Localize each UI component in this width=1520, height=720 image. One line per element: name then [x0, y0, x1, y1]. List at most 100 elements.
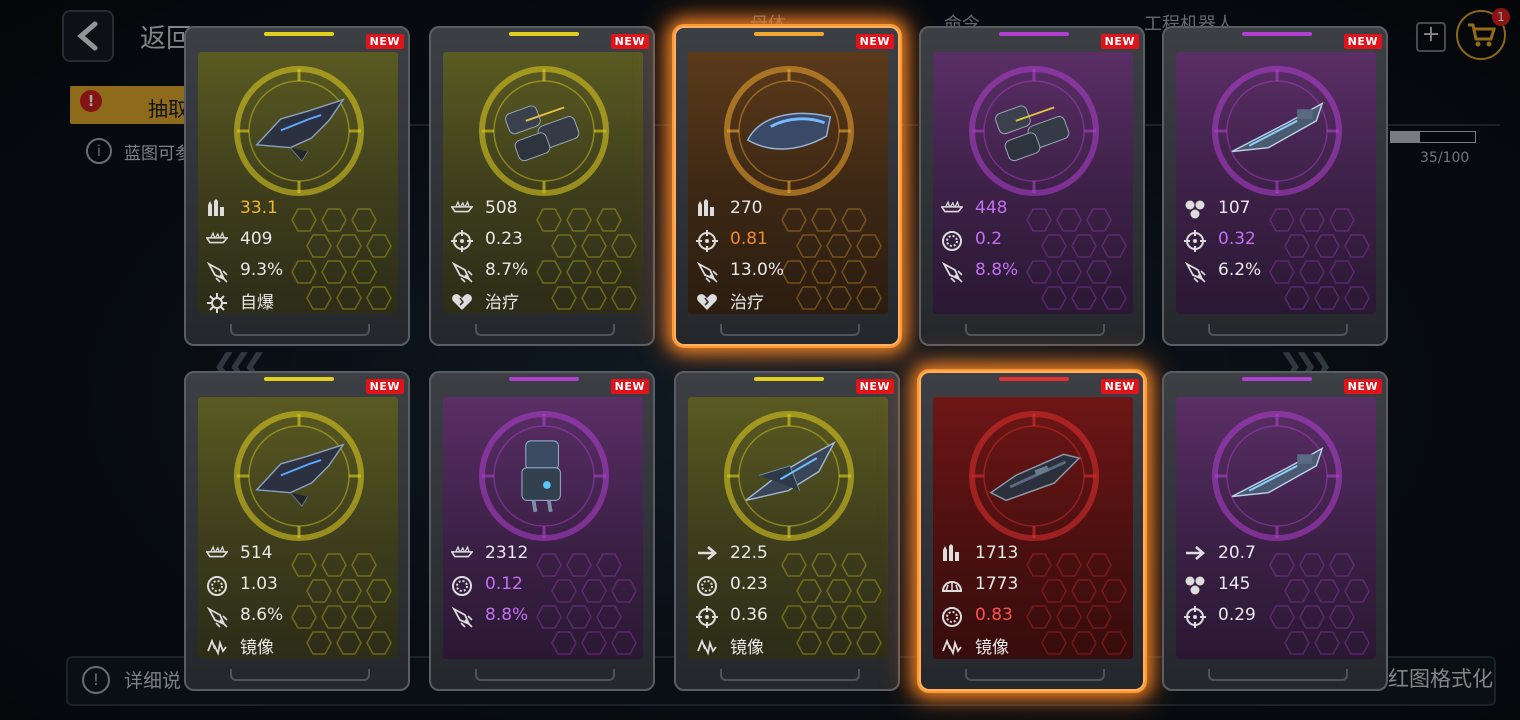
ship-image — [252, 437, 348, 513]
mirror-icon — [696, 637, 718, 656]
stat-list: 22.5 0.23 0.36 镜像 — [696, 537, 886, 659]
stat-value: 镜像 — [240, 638, 274, 658]
stat-row: 0.12 — [451, 568, 641, 599]
hull-icon — [450, 199, 474, 217]
rarity-bar — [754, 377, 824, 381]
heal-icon — [451, 292, 473, 310]
card-bottom-notch — [1208, 324, 1348, 336]
card-panel: 270 0.81 13.0% 治疗 — [688, 52, 888, 314]
stat-row: 409 — [205, 223, 396, 254]
stat-list: 33.1 409 9.3% 自爆 — [205, 192, 396, 314]
stat-row: 0.23 — [451, 223, 641, 254]
hull-icon — [205, 544, 229, 562]
blueprint-card[interactable]: NEW 514 1.03 8.6% 镜像 — [184, 371, 410, 691]
card-bottom-notch — [965, 669, 1105, 681]
stat-value: 6.2% — [1218, 259, 1262, 280]
cluster-icon — [1184, 575, 1206, 594]
rarity-bar — [509, 32, 579, 36]
stat-value: 自爆 — [240, 293, 274, 313]
new-badge: NEW — [1343, 379, 1382, 394]
card-bottom-notch — [475, 669, 615, 681]
stat-list: 20.7 145 0.29 — [1184, 537, 1374, 630]
stat-value: 508 — [485, 197, 518, 218]
stat-row: 1773 — [941, 568, 1131, 599]
stat-row: 0.36 — [696, 599, 886, 630]
rarity-bar — [1242, 377, 1312, 381]
mirror-icon — [941, 637, 963, 656]
stat-row: 145 — [1184, 568, 1374, 599]
blueprint-card[interactable]: NEW 33.1 409 9.3% 自爆 — [184, 26, 410, 346]
blueprint-card[interactable]: NEW 2312 0.12 8.8% — [429, 371, 655, 691]
armor-icon — [941, 575, 963, 593]
stat-value: 0.12 — [485, 573, 523, 594]
stat-value: 0.36 — [730, 604, 768, 625]
stat-value: 1773 — [975, 573, 1019, 594]
stat-row: 治疗 — [451, 285, 641, 314]
stat-list: 270 0.81 13.0% 治疗 — [696, 192, 886, 314]
stat-value: 0.2 — [975, 228, 1003, 249]
missile-icon — [206, 261, 228, 283]
hull-icon — [205, 230, 229, 248]
stat-value: 33.1 — [240, 197, 278, 218]
rarity-bar — [264, 377, 334, 381]
stat-value: 镜像 — [730, 638, 764, 658]
mirror-icon — [206, 637, 228, 656]
blueprint-card[interactable]: NEW 1713 1773 0.83 镜像 — [919, 371, 1145, 691]
stat-row: 2312 — [450, 537, 641, 568]
stat-row: 9.3% — [206, 254, 396, 285]
stat-row: 自爆 — [206, 285, 396, 314]
stat-list: 448 0.2 8.8% — [940, 192, 1131, 285]
rarity-bar — [999, 377, 1069, 381]
heal-icon — [696, 292, 718, 310]
blueprint-card[interactable]: NEW 448 0.2 8.8% — [919, 26, 1145, 346]
new-badge: NEW — [365, 34, 404, 49]
ship-image — [1230, 437, 1326, 513]
crosshair-icon — [451, 229, 473, 252]
card-bottom-notch — [720, 669, 860, 681]
speed-icon — [1184, 544, 1206, 562]
blueprint-card[interactable]: NEW 508 0.23 8.7% 治疗 — [429, 26, 655, 346]
hull-icon — [450, 544, 474, 562]
stat-row: 6.2% — [1184, 254, 1374, 285]
card-panel: 33.1 409 9.3% 自爆 — [198, 52, 398, 314]
stat-row: 8.6% — [206, 599, 396, 630]
shield-icon — [451, 575, 473, 596]
ship-image — [252, 92, 348, 168]
card-panel: 514 1.03 8.6% 镜像 — [198, 397, 398, 659]
stat-row: 107 — [1184, 192, 1374, 223]
new-badge: NEW — [610, 34, 649, 49]
stat-row: 镜像 — [206, 630, 396, 659]
stat-value: 0.29 — [1218, 604, 1256, 625]
stat-list: 508 0.23 8.7% 治疗 — [450, 192, 641, 314]
stat-list: 1713 1773 0.83 镜像 — [941, 537, 1131, 659]
stat-value: 270 — [730, 197, 763, 218]
stat-row: 13.0% — [696, 254, 886, 285]
stat-value: 8.7% — [485, 259, 529, 280]
stat-row: 0.83 — [941, 599, 1131, 630]
stat-row: 1713 — [941, 537, 1131, 568]
stat-list: 514 1.03 8.6% 镜像 — [205, 537, 396, 659]
stat-value: 9.3% — [240, 259, 284, 280]
blueprint-card[interactable]: NEW 107 0.32 6.2% — [1162, 26, 1388, 346]
blueprint-card[interactable]: NEW 22.5 0.23 0.36 镜像 — [674, 371, 900, 691]
stat-value: 镜像 — [975, 638, 1009, 658]
crosshair-icon — [1184, 229, 1206, 252]
blueprint-card[interactable]: NEW 20.7 145 0.29 — [1162, 371, 1388, 691]
stat-row: 448 — [940, 192, 1131, 223]
stat-value: 1713 — [975, 542, 1019, 563]
rarity-bar — [264, 32, 334, 36]
card-panel: 22.5 0.23 0.36 镜像 — [688, 397, 888, 659]
new-badge: NEW — [855, 34, 894, 49]
stat-list: 2312 0.12 8.8% — [450, 537, 641, 630]
stat-value: 8.8% — [975, 259, 1019, 280]
ammo-icon — [696, 198, 718, 217]
stat-value: 0.81 — [730, 228, 768, 249]
card-panel: 1713 1773 0.83 镜像 — [933, 397, 1133, 659]
stat-value: 治疗 — [730, 293, 764, 313]
stat-row: 0.2 — [941, 223, 1131, 254]
blueprint-card[interactable]: NEW 270 0.81 13.0% 治疗 — [674, 26, 900, 346]
stat-value: 145 — [1218, 573, 1251, 594]
rarity-bar — [1242, 32, 1312, 36]
stat-value: 13.0% — [730, 259, 785, 280]
stat-row: 0.81 — [696, 223, 886, 254]
